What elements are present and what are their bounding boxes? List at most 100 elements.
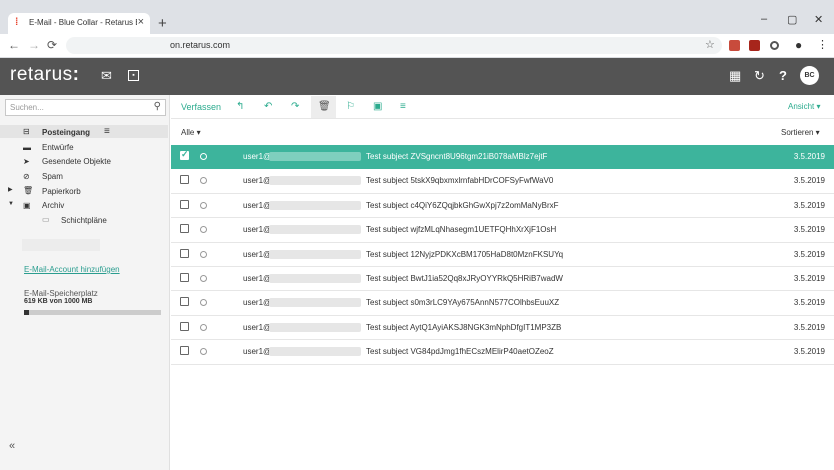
apps-grid-icon[interactable]: ▦ <box>729 68 741 84</box>
minimize-button[interactable]: – <box>761 13 767 25</box>
extension-red-icon[interactable] <box>749 40 760 51</box>
unread-dot-icon[interactable] <box>200 250 207 258</box>
sidebar-item-spam[interactable]: Spam <box>42 172 63 181</box>
row-checkbox[interactable] <box>180 321 189 331</box>
browser-menu-icon[interactable]: ⋮ <box>817 38 828 51</box>
sender-redacted <box>269 152 361 161</box>
delete-icon[interactable]: 🗑 <box>318 101 331 112</box>
folder-menu-icon[interactable]: ≡ <box>104 126 110 137</box>
subject: Test subject AytQ1AyiAKSJ8NGK3mNphDfgIT1… <box>366 322 562 332</box>
help-icon[interactable]: ? <box>779 68 787 83</box>
sender-redacted <box>269 225 361 235</box>
new-tab-button[interactable]: + <box>158 15 167 32</box>
tab-close-icon[interactable]: × <box>138 16 144 28</box>
sender: user1@ <box>243 347 272 357</box>
mail-icon[interactable]: ✉ <box>101 68 112 84</box>
row-checkbox[interactable] <box>180 248 189 258</box>
sidebar-item-archiv[interactable]: Archiv <box>42 201 64 210</box>
date: 3.5.2019 <box>793 152 825 161</box>
table-row[interactable]: user1@ Test subject 12NyjzPDKXcBM1705HaD8… <box>171 242 834 267</box>
table-row[interactable]: user1@ Test subject AytQ1AyiAKSJ8NGK3mNph… <box>171 315 834 341</box>
storage-label: E-Mail-Speicherplatz <box>24 289 98 298</box>
window-close-button[interactable]: ✕ <box>814 13 823 26</box>
subject: Test subject BwtJ1ia52Qq8xJRyOYYRkQ5HRiB… <box>366 274 563 283</box>
table-row[interactable]: user1@ Test subject BwtJ1ia52Qq8xJRyOYYRk… <box>171 267 834 292</box>
maximize-button[interactable]: ▢ <box>787 13 797 26</box>
contacts-icon[interactable]: ▪ <box>128 70 139 81</box>
unread-dot-icon[interactable] <box>200 348 207 356</box>
profile-icon[interactable]: ● <box>795 38 802 52</box>
table-row[interactable]: user1@ Test subject wjfzMLqNhasegm1UETFQH… <box>171 218 834 243</box>
subject: Test subject c4QiY6ZQqjbkGhGwXpj7z2omMaN… <box>366 200 559 210</box>
address-bar[interactable] <box>66 37 722 54</box>
table-row[interactable]: user1@ Test subject c4QiY6ZQqjbkGhGwXpj7z… <box>171 193 834 219</box>
table-row[interactable]: user1@ Test subject 5tskX9qbxmxlrnfabHDrC… <box>171 169 834 194</box>
sender-redacted <box>269 322 361 332</box>
search-input[interactable]: Suchen... ⚲ <box>5 99 166 116</box>
compose-button[interactable]: Verfassen <box>181 102 221 112</box>
avatar[interactable]: BC <box>800 66 819 85</box>
table-row[interactable]: user1@ Test subject VG84pdJmg1fhECszMElir… <box>171 340 834 365</box>
sidebar-item-papierkorb[interactable]: Papierkorb <box>42 187 81 196</box>
sender-redacted <box>269 249 361 259</box>
collapse-chevron-icon[interactable]: ▼ <box>8 201 14 207</box>
row-checkbox[interactable] <box>180 175 189 185</box>
unread-dot-icon[interactable] <box>200 299 207 307</box>
row-checkbox[interactable] <box>180 149 189 160</box>
more-menu-icon[interactable]: ≡ <box>400 101 406 112</box>
unread-dot-icon[interactable] <box>200 226 207 234</box>
search-icon[interactable]: ⚲ <box>154 101 161 112</box>
flag-icon[interactable]: ⚐ <box>346 101 355 112</box>
row-checkbox[interactable] <box>180 224 189 234</box>
storage-value: 619 KB von 1000 MB <box>24 298 93 305</box>
bookmark-star-icon[interactable]: ☆ <box>705 38 715 51</box>
sidebar-item-schichtplaene[interactable]: Schichtpläne <box>61 216 107 225</box>
forward-mail-icon[interactable]: ↷ <box>291 101 299 112</box>
row-checkbox[interactable] <box>180 297 189 307</box>
storage-progress-fill <box>24 310 30 315</box>
sidebar-item-entwuerfe[interactable]: Entwürfe <box>42 143 74 152</box>
date: 3.5.2019 <box>793 347 825 357</box>
unread-dot-icon[interactable] <box>200 177 207 185</box>
row-checkbox[interactable] <box>180 346 189 356</box>
row-checkbox[interactable] <box>180 273 189 282</box>
unread-dot-icon[interactable] <box>200 201 207 209</box>
subject: Test subject VG84pdJmg1fhECszMElirP40aet… <box>366 347 554 357</box>
subject: Test subject 5tskX9qbxmxlrnfabHDrCOFSyFw… <box>366 176 554 186</box>
date: 3.5.2019 <box>793 322 825 332</box>
sort-dropdown[interactable]: Sortieren ▾ <box>781 128 820 137</box>
sender: user1@ <box>243 225 272 235</box>
sender: user1@ <box>243 298 272 308</box>
date: 3.5.2019 <box>793 249 825 259</box>
filter-dropdown[interactable]: Alle ▾ <box>181 128 201 137</box>
unread-dot-icon[interactable] <box>200 323 207 331</box>
archive-mail-icon[interactable]: ▣ <box>373 101 382 112</box>
view-dropdown[interactable]: Ansicht ▾ <box>788 102 820 111</box>
browser-tab[interactable]: ⁞ E-Mail - Blue Collar - Retarus Em × <box>8 13 150 34</box>
sidebar-item-posteingang[interactable]: Posteingang <box>42 128 90 137</box>
inbox-icon: ⊟ <box>23 127 30 136</box>
table-row[interactable]: user1@ Test subject s0m3rLC9YAy675AnnN577… <box>171 291 834 316</box>
add-account-link[interactable]: E-Mail-Account hinzufügen <box>24 265 120 274</box>
folder-icon: ▭ <box>42 215 50 224</box>
table-row[interactable]: user1@ Test subject ZVSgncnt8U96tgm21iB07… <box>171 145 834 170</box>
reload-icon[interactable]: ⟳ <box>47 38 57 52</box>
sidebar-item-gesendete[interactable]: Gesendete Objekte <box>42 157 111 166</box>
extension-circle-icon[interactable] <box>770 41 779 50</box>
reply-icon[interactable]: ↰ <box>236 101 244 112</box>
row-checkbox[interactable] <box>180 199 189 209</box>
subject: Test subject ZVSgncnt8U96tgm21iB078aMBlz… <box>366 152 548 161</box>
sender-redacted <box>269 200 361 210</box>
forward-icon[interactable]: → <box>28 38 40 52</box>
expand-chevron-icon[interactable]: ▶ <box>8 186 13 193</box>
sender-redacted <box>269 347 361 357</box>
reply-all-icon[interactable]: ↶ <box>264 101 272 112</box>
unread-dot-icon[interactable] <box>200 275 207 282</box>
favicon-icon: ⁞ <box>15 17 19 28</box>
unread-dot-icon[interactable] <box>200 153 207 160</box>
extension-pdf-icon[interactable] <box>729 40 740 51</box>
refresh-icon[interactable]: ↻ <box>754 68 765 84</box>
sender: user1@ <box>243 274 272 283</box>
collapse-sidebar-button[interactable]: « <box>9 440 15 452</box>
back-icon[interactable]: ← <box>8 38 20 52</box>
